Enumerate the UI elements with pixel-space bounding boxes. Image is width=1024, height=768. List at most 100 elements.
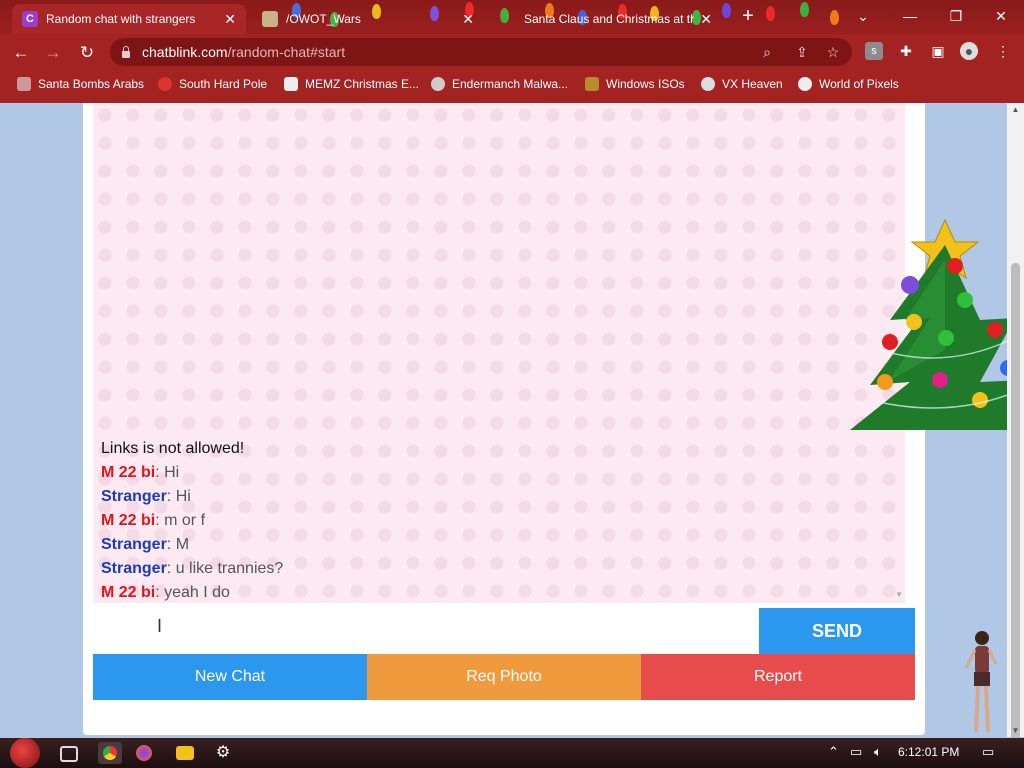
minimize-icon[interactable]: —: [895, 4, 925, 28]
chrome-logo-icon: [103, 746, 117, 760]
tab-random-chat[interactable]: C Random chat with strangers ✕: [12, 4, 246, 34]
close-icon[interactable]: ✕: [224, 11, 236, 28]
bookmark-windows-isos[interactable]: Windows ISOs: [585, 76, 685, 92]
close-window-icon[interactable]: ✕: [986, 4, 1016, 28]
tab-santa-claus[interactable]: Santa Claus and Christmas at the ✕: [490, 4, 722, 34]
volume-icon[interactable]: 🔈︎: [874, 744, 882, 760]
extension-s-icon[interactable]: s: [865, 42, 883, 60]
url-host: chatblink.com: [142, 44, 228, 60]
scroll-down-icon[interactable]: ▼: [1007, 726, 1024, 735]
windows-taskbar: ⚙ ⌃ ▭ 🔈︎ 6:12:01 PM ▭: [0, 738, 1024, 768]
message-input-row: I SEND: [93, 608, 915, 656]
send-button[interactable]: SEND: [759, 608, 915, 654]
url-path: /random-chat#start: [227, 44, 346, 60]
tab-title: /OWOT_Wars: [286, 12, 361, 26]
chrome-icon[interactable]: [98, 742, 122, 764]
tab-owot-wars[interactable]: /OWOT_Wars ✕: [252, 4, 484, 34]
sender-name: M 22 bi: [101, 464, 156, 481]
sender-name: Stranger: [101, 488, 167, 505]
extensions-puzzle-icon[interactable]: ✚: [897, 42, 915, 60]
profile-avatar-icon[interactable]: ●: [960, 42, 978, 60]
dancing-figure-icon: [964, 631, 998, 733]
bookmark-label: Santa Bombs Arabs: [38, 77, 145, 91]
file-explorer-icon[interactable]: [176, 746, 194, 760]
new-chat-button[interactable]: New Chat: [93, 654, 367, 700]
sender-name: M 22 bi: [101, 512, 156, 529]
report-button[interactable]: Report: [641, 654, 915, 700]
bookmark-star-icon[interactable]: ☆: [824, 44, 842, 61]
notifications-icon[interactable]: ▭: [982, 744, 994, 760]
chat-card: Links is not allowed! M 22 bi: Hi Strang…: [83, 103, 925, 735]
light-bulb: [766, 6, 775, 21]
taskbar-clock[interactable]: 6:12:01 PM: [898, 745, 959, 759]
message-text: : u like trannies?: [166, 560, 284, 577]
light-bulb: [830, 10, 839, 25]
bookmarks-bar: Santa Bombs Arabs South Hard Pole MEMZ C…: [0, 70, 1024, 98]
bookmark-endermanch[interactable]: Endermanch Malwa...: [431, 76, 568, 92]
task-view-icon[interactable]: [60, 746, 78, 762]
browser-toolbar: ← → ↻ chatblink.com/random-chat#start ⌕ …: [0, 34, 1024, 70]
restore-icon[interactable]: ❐: [941, 4, 971, 28]
address-bar[interactable]: chatblink.com/random-chat#start ⌕ ⇪ ☆: [110, 38, 852, 66]
network-icon[interactable]: ▭: [850, 744, 862, 760]
window-icon: [284, 77, 298, 91]
bookmark-santa-bombs-arabs[interactable]: Santa Bombs Arabs: [17, 76, 144, 92]
message-text: : m or f: [155, 512, 206, 529]
req-photo-button[interactable]: Req Photo: [367, 654, 641, 700]
close-icon[interactable]: ✕: [700, 11, 712, 28]
bookmark-world-of-pixels[interactable]: World of Pixels: [798, 76, 899, 92]
bookmark-south-hard-pole[interactable]: South Hard Pole: [158, 76, 267, 92]
new-tab-plus-icon[interactable]: +: [738, 6, 758, 26]
bookmark-vx-heaven[interactable]: VX Heaven: [701, 76, 783, 92]
scroll-up-icon[interactable]: ▲: [1007, 105, 1024, 114]
chat-message: M 22 bi: Hi: [101, 461, 905, 485]
zoom-search-icon[interactable]: ⌕: [758, 44, 776, 61]
chat-message: Stranger: M: [101, 533, 905, 557]
scrollbar-thumb[interactable]: [1011, 263, 1020, 751]
chat-scroll-down-icon[interactable]: ▼: [895, 590, 903, 599]
settings-gear-icon[interactable]: ⚙: [214, 744, 232, 762]
chat-message: Stranger: Hi: [101, 485, 905, 509]
chat-message: M 22 bi: m or f: [101, 509, 905, 533]
url-text: chatblink.com/random-chat#start: [142, 44, 345, 60]
owot-favicon-icon: [262, 11, 278, 27]
lock-icon: [122, 45, 130, 58]
close-icon[interactable]: ✕: [462, 11, 474, 28]
globe-icon: [798, 77, 812, 91]
chat-log[interactable]: Links is not allowed! M 22 bi: Hi Strang…: [93, 103, 905, 603]
bookmark-label: World of Pixels: [819, 77, 899, 91]
tab-title: Random chat with strangers: [46, 12, 196, 26]
snowflake-icon: [158, 77, 172, 91]
text-cursor-icon: I: [157, 616, 163, 636]
forward-arrow-icon[interactable]: →: [42, 42, 64, 64]
firefox-icon[interactable]: [136, 745, 152, 761]
sender-name: M 22 bi: [101, 584, 156, 601]
message-text: : Hi: [155, 464, 180, 481]
message-input[interactable]: [93, 608, 761, 656]
system-notice: Links is not allowed!: [101, 440, 245, 457]
page-scrollbar[interactable]: ▲ ▼: [1007, 103, 1024, 751]
christmas-tree-icon: [850, 218, 1024, 430]
tab-strip: C Random chat with strangers ✕ /OWOT_War…: [0, 0, 1024, 34]
sender-name: Stranger: [101, 536, 167, 553]
bookmark-memz-christmas[interactable]: MEMZ Christmas E...: [284, 76, 419, 92]
bookmark-label: MEMZ Christmas E...: [305, 77, 420, 91]
bookmark-label: South Hard Pole: [179, 77, 268, 91]
back-arrow-icon[interactable]: ←: [10, 42, 32, 64]
message-text: : yeah I do: [155, 584, 230, 601]
light-bulb: [800, 2, 809, 17]
tab-search-chevron-icon[interactable]: ⌄: [848, 4, 878, 28]
message-text: : Hi: [166, 488, 191, 505]
skull-icon: [701, 77, 715, 91]
reload-icon[interactable]: ↻: [76, 42, 98, 64]
panda-icon: [431, 77, 445, 91]
share-icon[interactable]: ⇪: [793, 44, 811, 61]
side-panel-icon[interactable]: ▣: [929, 42, 947, 60]
tab-title: Santa Claus and Christmas at the: [524, 12, 695, 26]
light-bulb: [722, 3, 731, 18]
chat-message: M 22 bi: yeah I do: [101, 581, 905, 605]
start-orb-icon[interactable]: [10, 738, 40, 768]
santa-favicon-icon: [500, 11, 516, 27]
menu-kebab-icon[interactable]: ⋮: [994, 42, 1012, 60]
tray-chevron-icon[interactable]: ⌃: [828, 744, 839, 760]
